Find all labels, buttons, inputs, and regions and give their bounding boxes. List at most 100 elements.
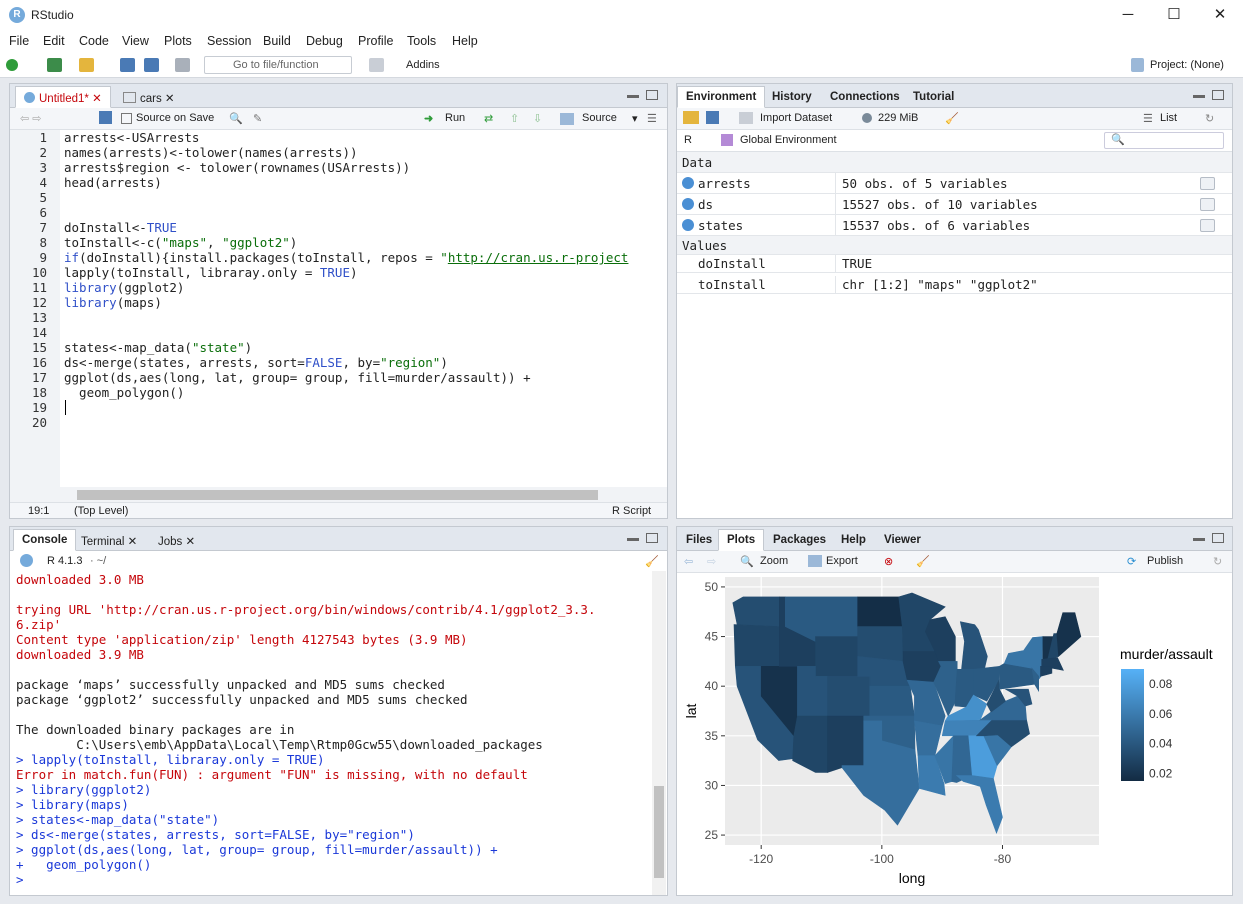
code-line[interactable]: if(doInstall){install.packages(toInstall… [64,250,667,265]
console-scrollbar[interactable] [652,571,666,895]
expand-object-icon[interactable] [682,198,694,210]
maximize-pane-icon[interactable] [646,533,658,543]
language-selector[interactable]: R [684,134,692,146]
tab-terminal[interactable]: Terminal ✕ [72,529,146,551]
tab-tutorial[interactable]: Tutorial [904,86,963,108]
refresh-icon[interactable]: ↻ [1205,112,1214,125]
code-line[interactable]: names(arrests)<-tolower(names(arrests)) [64,145,667,160]
expand-object-icon[interactable] [682,177,694,189]
minimize-pane-icon[interactable] [1193,95,1205,98]
menu-view[interactable]: View [122,34,149,48]
tab-environment[interactable]: Environment [677,86,766,108]
view-data-icon[interactable] [1200,177,1215,190]
minimize-pane-icon[interactable] [1193,538,1205,541]
code-line[interactable]: arrests<-USArrests [64,130,667,145]
save-all-icon[interactable] [144,58,159,72]
new-file-icon[interactable] [6,59,18,71]
maximize-button[interactable]: ☐ [1151,0,1197,31]
tab-console[interactable]: Console [13,529,77,551]
tab-jobs[interactable]: Jobs ✕ [149,529,204,551]
previous-plot-icon[interactable]: ⇦ [684,555,693,568]
working-directory[interactable]: · ~/ [90,555,106,567]
code-line[interactable]: doInstall<-TRUE [64,220,667,235]
code-line[interactable]: toInstall<-c("maps", "ggplot2") [64,235,667,250]
expand-object-icon[interactable] [682,219,694,231]
tab-untitled1[interactable]: Untitled1* ✕ [15,86,111,108]
publish-button[interactable]: Publish [1147,555,1183,567]
menu-session[interactable]: Session [207,34,251,48]
clear-console-icon[interactable]: 🧹 [645,555,659,568]
menu-code[interactable]: Code [79,34,109,48]
scrollbar-thumb[interactable] [654,786,664,878]
source-on-save-checkbox[interactable] [121,113,132,124]
print-icon[interactable] [175,58,190,72]
tab-plots[interactable]: Plots [718,529,765,551]
refresh-plot-icon[interactable]: ↻ [1213,555,1222,568]
maximize-pane-icon[interactable] [1212,533,1224,543]
source-dropdown-icon[interactable]: ▾ [632,112,638,125]
new-project-icon[interactable] [47,58,62,72]
console-output[interactable]: downloaded 3.0 MB trying URL 'http://cra… [16,572,652,887]
menu-help[interactable]: Help [452,34,478,48]
environment-search-input[interactable]: 🔍 [1104,132,1224,149]
environment-row[interactable]: toInstall chr [1:2] "maps" "ggplot2" [677,276,1232,294]
minimize-pane-icon[interactable] [627,538,639,541]
code-line[interactable] [64,205,667,220]
scope-selector[interactable]: (Top Level) [74,505,128,517]
file-type-selector[interactable]: R Script [612,505,651,517]
view-mode-selector[interactable]: List [1160,112,1177,124]
code-line[interactable] [64,190,667,205]
save-icon[interactable] [99,111,112,124]
code-line[interactable]: head(arrests) [64,175,667,190]
view-data-icon[interactable] [1200,219,1215,232]
run-button[interactable]: Run [445,112,465,124]
up-arrow-icon[interactable]: ⇧ [510,112,519,125]
load-workspace-icon[interactable] [683,111,699,124]
environment-row[interactable]: ds 15527 obs. of 10 variables [677,194,1232,215]
menu-debug[interactable]: Debug [306,34,343,48]
menu-edit[interactable]: Edit [43,34,65,48]
code-line[interactable]: ggplot(ds,aes(long, lat, group= group, f… [64,370,667,385]
down-arrow-icon[interactable]: ⇩ [533,112,542,125]
code-editor[interactable]: arrests<-USArrests names(arrests)<-tolowe… [64,130,667,430]
environment-row[interactable]: states 15537 obs. of 6 variables [677,215,1232,236]
environment-scope-selector[interactable]: Global Environment [740,134,837,146]
goto-file-input[interactable]: Go to file/function [204,56,352,74]
tab-cars[interactable]: cars ✕ [114,86,184,108]
code-line[interactable]: geom_polygon() [64,385,667,400]
source-button[interactable]: Source [582,112,617,124]
back-arrow-icon[interactable]: ⇦ ⇨ [20,112,42,125]
magic-wand-icon[interactable]: ✎ [253,112,262,125]
code-line[interactable]: states<-map_data("state") [64,340,667,355]
menu-file[interactable]: File [9,34,29,48]
code-line[interactable] [64,400,667,415]
project-menu[interactable]: Project: (None) [1150,59,1224,71]
zoom-button[interactable]: Zoom [760,555,788,567]
horizontal-scrollbar[interactable] [10,487,667,502]
outline-icon[interactable]: ☰ [647,112,657,125]
remove-plot-icon[interactable]: ⊗ [884,555,893,568]
code-line[interactable] [64,310,667,325]
tab-connections[interactable]: Connections [821,86,909,108]
code-line[interactable]: library(maps) [64,295,667,310]
menu-tools[interactable]: Tools [407,34,436,48]
maximize-pane-icon[interactable] [646,90,658,100]
minimize-button[interactable]: ─ [1105,0,1151,31]
close-button[interactable]: ✕ [1197,0,1243,31]
import-dataset-button[interactable]: Import Dataset [760,112,832,124]
tab-packages[interactable]: Packages [764,529,835,551]
minimize-pane-icon[interactable] [627,95,639,98]
clear-broom-icon[interactable]: 🧹 [945,112,959,125]
maximize-pane-icon[interactable] [1212,90,1224,100]
clear-plots-broom-icon[interactable]: 🧹 [916,555,930,568]
environment-row[interactable]: arrests 50 obs. of 5 variables [677,173,1232,194]
environment-row[interactable]: doInstall TRUE [677,255,1232,273]
scrollbar-thumb[interactable] [77,490,598,500]
rerun-icon[interactable]: ⇄ [484,112,493,125]
next-plot-icon[interactable]: ⇨ [707,555,716,568]
save-icon[interactable] [120,58,135,72]
open-file-icon[interactable] [79,58,94,72]
memory-usage[interactable]: 229 MiB [878,112,918,124]
tab-history[interactable]: History [763,86,821,108]
tab-viewer[interactable]: Viewer [875,529,930,551]
